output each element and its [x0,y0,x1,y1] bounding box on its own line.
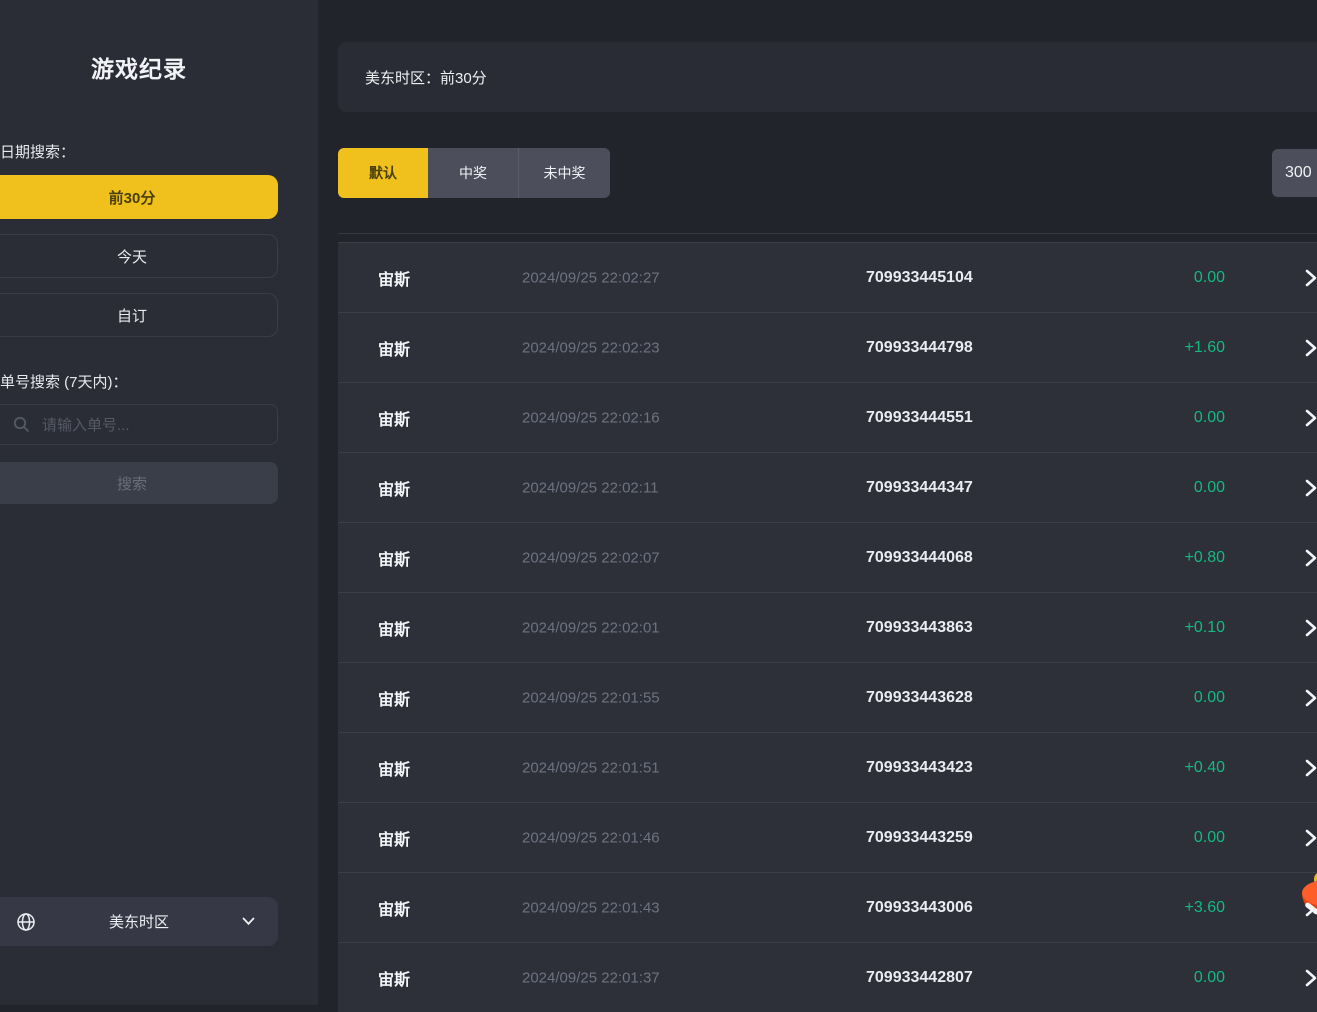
order-search-input[interactable]: 请输入单号... [0,404,278,445]
record-amount: 0.00 [1113,689,1225,707]
record-timestamp: 2024/09/25 22:01:55 [522,689,660,706]
tab-lose[interactable]: 未中奖 [518,148,610,198]
record-amount: 0.00 [1113,269,1225,287]
records-header-title: 美东时区：前30分 [365,67,487,88]
limit-300-button[interactable]: 300 [1272,149,1317,197]
tab-default[interactable]: 默认 [338,148,428,198]
record-row[interactable]: 宙斯 2024/09/25 22:01:43 709933443006 +3.6… [338,872,1317,942]
chevron-right-icon [1304,689,1317,707]
record-row[interactable]: 宙斯 2024/09/25 22:01:37 709933442807 0.00 [338,942,1317,1012]
search-icon [13,416,30,433]
record-row[interactable]: 宙斯 2024/09/25 22:02:01 709933443863 +0.1… [338,592,1317,662]
record-row[interactable]: 宙斯 2024/09/25 22:01:46 709933443259 0.00 [338,802,1317,872]
record-order-number: 709933444551 [866,409,973,427]
search-button[interactable]: 搜索 [0,462,278,504]
record-game-name: 宙斯 [378,826,410,850]
record-order-number: 709933444068 [866,549,973,567]
record-order-number: 709933442807 [866,969,973,987]
record-amount: +0.10 [1113,619,1225,637]
record-game-name: 宙斯 [378,336,410,360]
record-row[interactable]: 宙斯 2024/09/25 22:02:23 709933444798 +1.6… [338,312,1317,382]
record-row[interactable]: 宙斯 2024/09/25 22:01:55 709933443628 0.00 [338,662,1317,732]
record-game-name: 宙斯 [378,266,410,290]
filter-tabs: 默认 中奖 未中奖 [338,148,610,198]
globe-icon [16,912,36,932]
record-amount: 0.00 [1113,479,1225,497]
record-game-name: 宙斯 [378,896,410,920]
record-row[interactable]: 宙斯 2024/09/25 22:02:11 709933444347 0.00 [338,452,1317,522]
date-filter-last30min-button[interactable]: 前30分 [0,175,278,219]
record-row[interactable]: 宙斯 2024/09/25 22:02:27 709933445104 0.00 [338,242,1317,312]
chevron-right-icon [1304,269,1317,287]
date-filter-today-button[interactable]: 今天 [0,234,278,278]
timezone-selector[interactable]: 美东时区 [0,897,278,946]
record-timestamp: 2024/09/25 22:02:07 [522,549,660,566]
chevron-right-icon [1304,829,1317,847]
record-row[interactable]: 宙斯 2024/09/25 22:02:07 709933444068 +0.8… [338,522,1317,592]
record-timestamp: 2024/09/25 22:02:16 [522,409,660,426]
record-game-name: 宙斯 [378,756,410,780]
record-timestamp: 2024/09/25 22:02:23 [522,339,660,356]
coin-promo-icon[interactable] [1302,876,1317,928]
record-order-number: 709933443259 [866,829,973,847]
chevron-right-icon [1304,479,1317,497]
record-timestamp: 2024/09/25 22:02:01 [522,619,660,636]
record-timestamp: 2024/09/25 22:02:27 [522,269,660,286]
chevron-right-icon [1304,619,1317,637]
chevron-right-icon [1304,969,1317,987]
order-search-label: 单号搜索 (7天内)： [0,371,128,392]
tab-win[interactable]: 中奖 [428,148,518,198]
page-title: 游戏纪录 [0,50,278,84]
records-header-bar: 美东时区：前30分 [338,42,1317,112]
record-order-number: 709933445104 [866,269,973,287]
chevron-right-icon [1304,409,1317,427]
sidebar: 游戏纪录 日期搜索： 前30分 今天 自订 单号搜索 (7天内)： 请输入单号.… [0,0,318,1005]
record-timestamp: 2024/09/25 22:01:37 [522,969,660,986]
record-order-number: 709933443863 [866,619,973,637]
record-timestamp: 2024/09/25 22:01:43 [522,899,660,916]
chevron-right-icon [1304,339,1317,357]
record-order-number: 709933443006 [866,899,973,917]
record-amount: +1.60 [1113,339,1225,357]
record-timestamp: 2024/09/25 22:01:46 [522,829,660,846]
record-game-name: 宙斯 [378,476,410,500]
record-game-name: 宙斯 [378,406,410,430]
date-search-label: 日期搜索： [0,141,75,162]
date-filter-custom-button[interactable]: 自订 [0,293,278,337]
record-game-name: 宙斯 [378,686,410,710]
record-timestamp: 2024/09/25 22:02:11 [522,479,659,496]
records-main: 美东时区：前30分 默认 中奖 未中奖 300 宙斯 2024/09/25 22… [318,0,1317,1005]
record-game-name: 宙斯 [378,966,410,990]
record-order-number: 709933444798 [866,339,973,357]
record-game-name: 宙斯 [378,616,410,640]
record-row[interactable]: 宙斯 2024/09/25 22:02:16 709933444551 0.00 [338,382,1317,452]
record-amount: 0.00 [1113,829,1225,847]
record-order-number: 709933443423 [866,759,973,777]
record-amount: 0.00 [1113,969,1225,987]
record-amount: 0.00 [1113,409,1225,427]
order-search-placeholder: 请输入单号... [42,414,130,435]
list-top-divider [338,233,1317,234]
timezone-label: 美东时区 [36,911,242,932]
record-game-name: 宙斯 [378,546,410,570]
record-timestamp: 2024/09/25 22:01:51 [522,759,660,776]
chevron-right-icon [1304,759,1317,777]
record-order-number: 709933444347 [866,479,973,497]
chevron-right-icon [1304,549,1317,567]
record-row[interactable]: 宙斯 2024/09/25 22:01:51 709933443423 +0.4… [338,732,1317,802]
record-amount: +3.60 [1113,899,1225,917]
record-amount: +0.40 [1113,759,1225,777]
chevron-down-icon [242,917,255,926]
record-amount: +0.80 [1113,549,1225,567]
records-list: 宙斯 2024/09/25 22:02:27 709933445104 0.00… [338,242,1317,1012]
record-order-number: 709933443628 [866,689,973,707]
